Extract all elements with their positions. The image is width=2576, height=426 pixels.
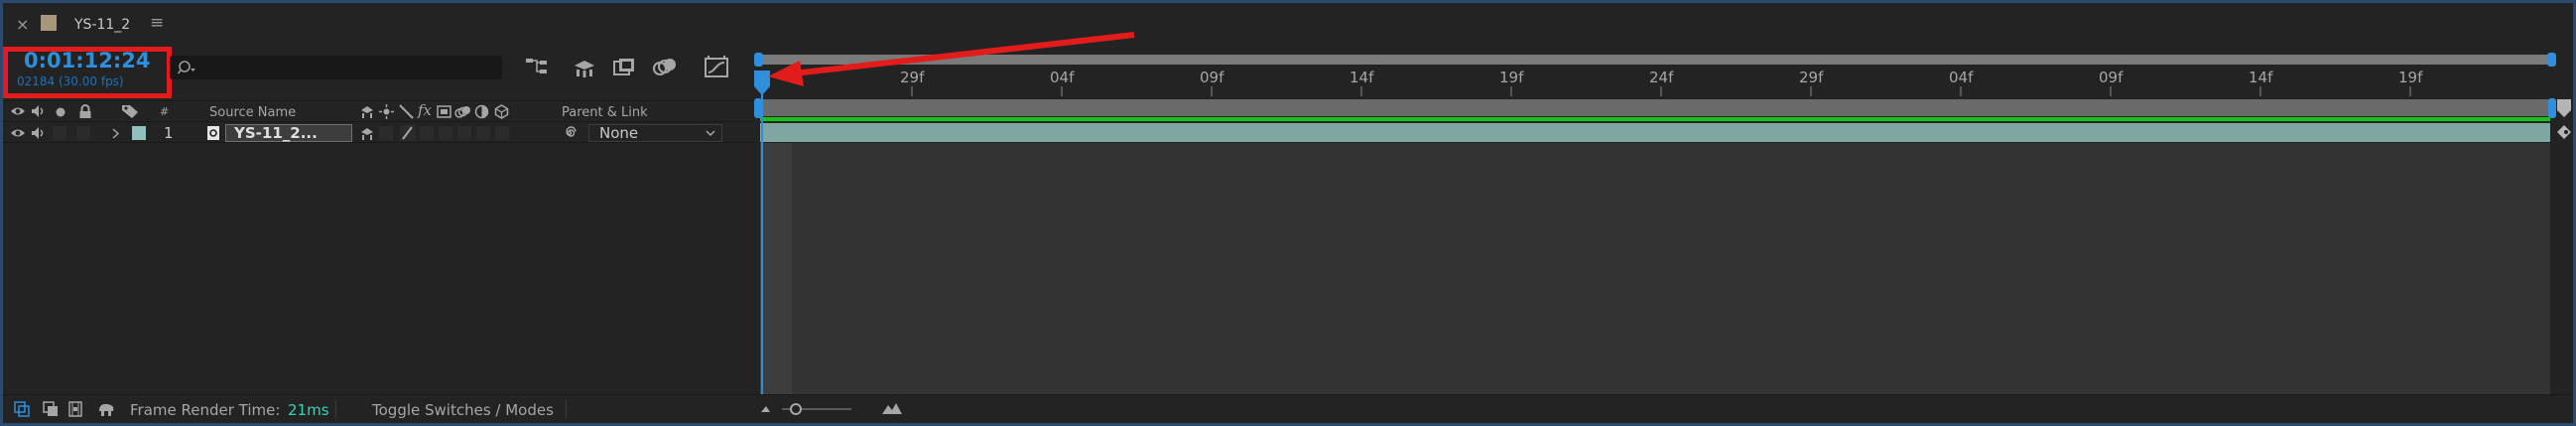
- ruler-label: 29f: [1799, 69, 1824, 86]
- render-cache-indicator: [760, 117, 2550, 121]
- zoom-slider-thumb[interactable]: [790, 403, 802, 415]
- ruler-label: 14f: [2249, 69, 2273, 86]
- layer-duration-bar[interactable]: [760, 123, 2550, 142]
- zoom-in-mountain-icon[interactable]: [881, 401, 903, 415]
- toggle-switches-modes-button[interactable]: Toggle Switches / Modes: [372, 403, 554, 418]
- layer-audio-speaker-icon[interactable]: [31, 126, 47, 140]
- layers-switch-icon[interactable]: [43, 401, 59, 417]
- work-area-bar[interactable]: [760, 99, 2550, 116]
- draft-3d-icon[interactable]: [571, 56, 598, 79]
- time-slice-highlight: [760, 143, 792, 394]
- expand-chevron-icon[interactable]: [112, 128, 120, 139]
- current-time-indicator[interactable]: [761, 93, 763, 394]
- column-header-row: # Source Name fx Parent & Link: [3, 100, 754, 122]
- layer-search-input[interactable]: [170, 56, 502, 79]
- zoom-out-mountain-icon[interactable]: [760, 403, 774, 413]
- motion-blur-switch-icon[interactable]: [454, 104, 471, 119]
- ruler-label: 14f: [1350, 69, 1374, 86]
- 3d-layer-icon[interactable]: [494, 104, 509, 119]
- timing-switch-icon[interactable]: [67, 401, 83, 417]
- timeline-zoom-bar: [754, 394, 2573, 423]
- frame-count-display: 02184 (30.00 fps): [17, 74, 124, 88]
- ruler-label: 04f: [1949, 69, 1974, 86]
- layer-panel: 0:01:12:24 02184 (30.00 fps) # Source Na…: [3, 47, 754, 423]
- solo-dot-icon[interactable]: [55, 106, 66, 118]
- column-source-name-header[interactable]: Source Name: [209, 106, 296, 119]
- timeline-track-area[interactable]: [760, 143, 2550, 394]
- layer-frame-blend-switch[interactable]: [439, 126, 452, 140]
- collapse-switch-icon[interactable]: [379, 104, 394, 119]
- render-time-label: Frame Render Time:: [130, 401, 281, 419]
- ruler-label: 09f: [1200, 69, 1224, 86]
- status-bar: Frame Render Time: 21ms Toggle Switches …: [3, 394, 754, 423]
- parent-dropdown-value: None: [599, 124, 639, 142]
- layer-motion-blur-switch[interactable]: [457, 126, 471, 140]
- current-time-display[interactable]: 0:01:12:24: [24, 51, 150, 71]
- comp-marker-bin-icon[interactable]: [2555, 98, 2573, 120]
- composition-color-swatch: [41, 15, 57, 31]
- status-divider: [335, 399, 336, 419]
- ruler-label: 19f: [2398, 69, 2423, 86]
- annotation-red-arrow: [768, 32, 1135, 86]
- layer-fx-switch[interactable]: [420, 126, 434, 140]
- layer-marker-icon[interactable]: [2555, 122, 2573, 142]
- comp-switch-icon[interactable]: [14, 401, 30, 417]
- footage-file-icon: [207, 126, 219, 140]
- status-divider: [566, 399, 567, 419]
- panel-tab-bar: × YS-11_2 ≡: [3, 3, 2573, 47]
- column-parent-link-header[interactable]: Parent & Link: [562, 106, 648, 119]
- lock-icon[interactable]: [78, 104, 92, 119]
- layer-name-field[interactable]: YS-11_2...: [225, 124, 352, 142]
- layer-quality-switch-icon[interactable]: [400, 125, 416, 141]
- video-eye-icon[interactable]: [10, 105, 26, 117]
- layer-label-color[interactable]: [132, 126, 146, 140]
- composition-flowchart-icon[interactable]: [524, 56, 552, 79]
- chevron-down-icon: [706, 130, 715, 137]
- frame-blending-icon[interactable]: [611, 56, 639, 79]
- search-icon: [178, 61, 195, 74]
- panel-menu-icon[interactable]: ≡: [150, 15, 164, 32]
- graph-editor-icon[interactable]: [703, 55, 730, 80]
- label-tag-icon[interactable]: [121, 103, 139, 119]
- layer-solo-toggle[interactable]: [53, 126, 66, 140]
- ruler-label: 24f: [1649, 69, 1674, 86]
- column-number-header: #: [160, 105, 170, 118]
- layer-visibility-eye-icon[interactable]: [10, 127, 26, 139]
- effects-fx-header[interactable]: fx: [418, 103, 432, 118]
- layer-row[interactable]: 1 YS-11_2... None: [3, 123, 754, 143]
- search-field[interactable]: [201, 58, 489, 77]
- close-tab-button[interactable]: ×: [16, 17, 29, 33]
- composition-tab-title[interactable]: YS-11_2: [74, 18, 130, 32]
- render-time-value: 21ms: [288, 401, 329, 419]
- ruler-label: 09f: [2099, 69, 2124, 86]
- empty-layer-area[interactable]: [3, 144, 754, 394]
- layer-name: YS-11_2...: [234, 124, 318, 142]
- parent-dropdown[interactable]: None: [588, 124, 722, 142]
- layer-lock-toggle[interactable]: [76, 126, 90, 140]
- adjustment-layer-icon[interactable]: [474, 104, 489, 119]
- ruler-label: 19f: [1499, 69, 1524, 86]
- audio-speaker-icon[interactable]: [31, 104, 47, 118]
- render-time-icon[interactable]: [97, 401, 117, 417]
- layer-collapse-switch[interactable]: [379, 126, 393, 140]
- timeline-area: 29f 04f 09f 14f 19f 24f 29f 04f 09f 14f …: [754, 47, 2573, 423]
- layer-adjustment-switch[interactable]: [476, 126, 490, 140]
- motion-blur-icon[interactable]: [651, 56, 679, 79]
- layer-3d-switch[interactable]: [495, 126, 509, 140]
- quality-switch-icon[interactable]: [399, 104, 414, 119]
- pick-whip-spiral-icon[interactable]: [562, 125, 578, 141]
- layer-number: 1: [164, 124, 174, 142]
- frame-blend-switch-icon[interactable]: [437, 104, 451, 119]
- layer-shy-switch-icon[interactable]: [359, 126, 375, 141]
- shy-switch-icon[interactable]: [359, 104, 375, 119]
- navigator-end-handle[interactable]: [2547, 53, 2556, 67]
